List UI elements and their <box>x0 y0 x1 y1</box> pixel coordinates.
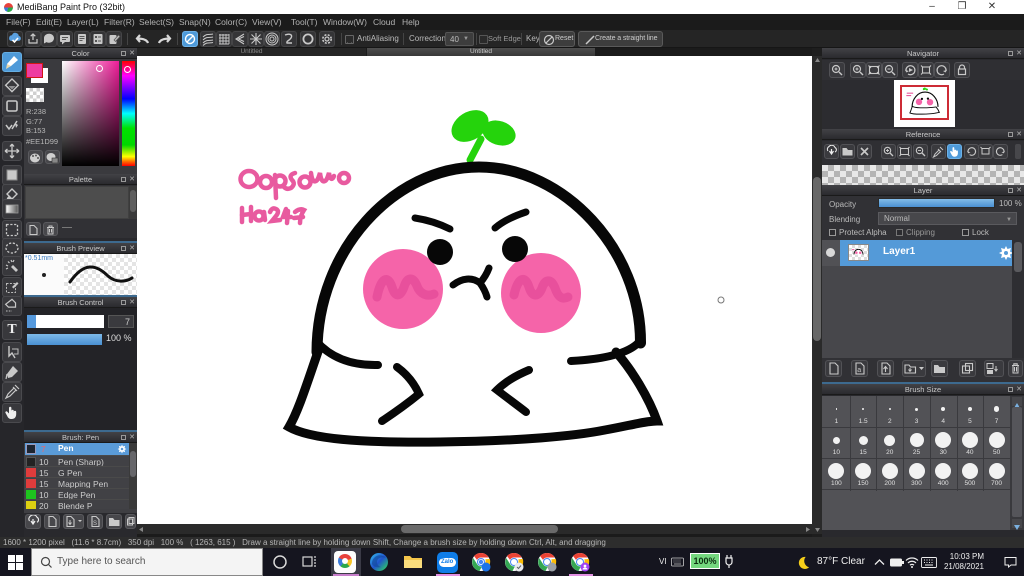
svg-text:S: S <box>93 521 97 527</box>
svg-text:a: a <box>857 367 861 374</box>
